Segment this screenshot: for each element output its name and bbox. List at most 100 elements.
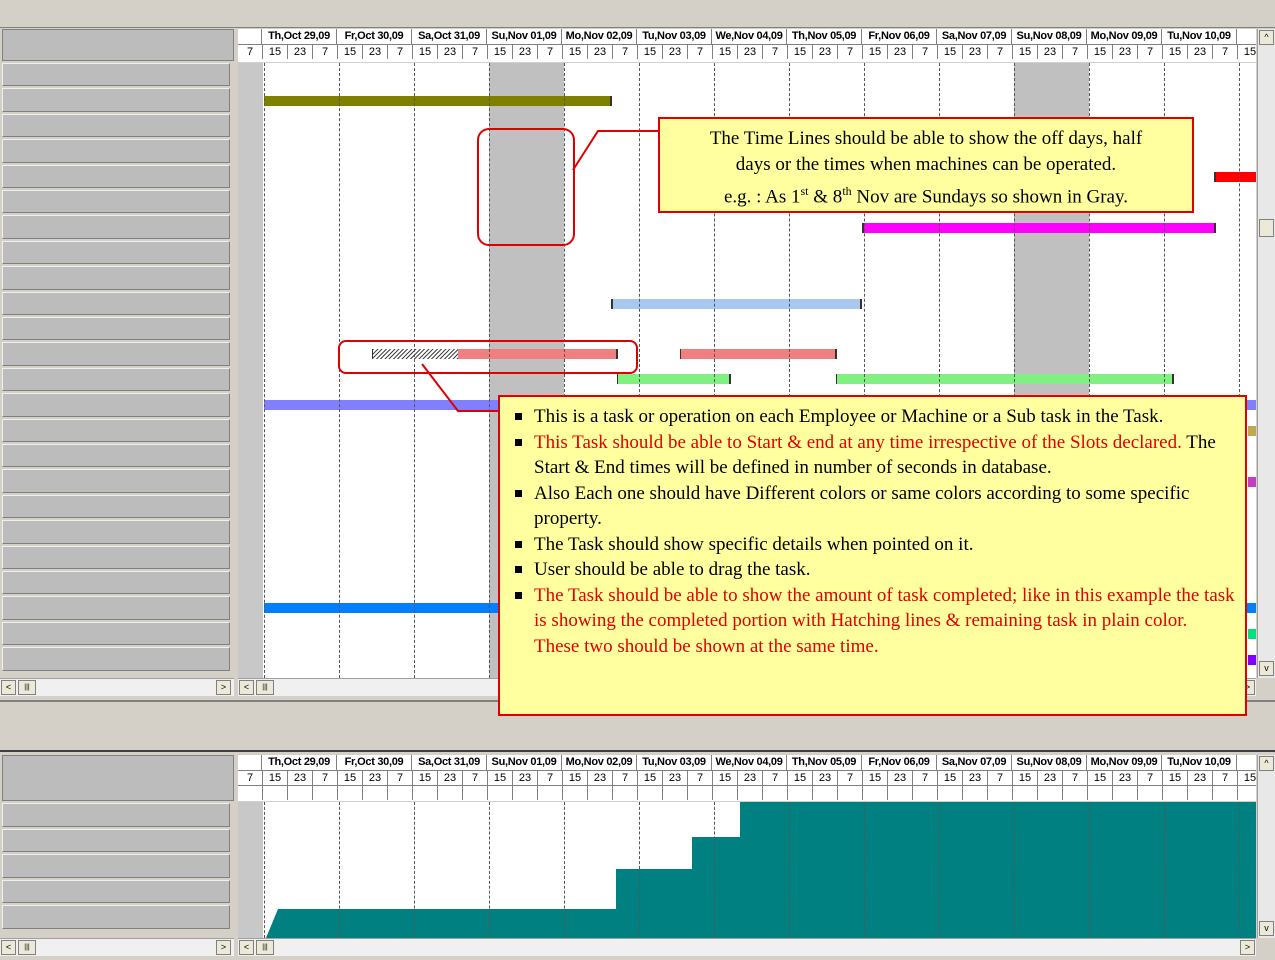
gantt-vscroll[interactable]: ^ v [1257,29,1275,678]
task-bar[interactable] [1248,629,1256,639]
resource-row-header[interactable] [2,190,230,214]
scroll-left-button[interactable]: < [239,680,254,695]
timeline-hour-label: 15 [1013,44,1038,59]
row-gutter [238,63,263,678]
timeline-hour-label: 7 [1063,44,1088,59]
timeline-hour-label: 7 [1213,770,1238,785]
timeline-hour-label: 7 [838,44,863,59]
timeline-minor-cell [1038,785,1063,800]
timeline-hour-label: 23 [438,770,463,785]
timeline-day-label: Sa,Nov 07,09 [937,29,1012,44]
resource-row-header[interactable] [2,418,230,442]
timeline-hour-label: 15 [638,770,663,785]
resource-row-header[interactable] [2,164,230,188]
task-bar[interactable] [1248,426,1256,436]
task-bar[interactable] [680,349,837,359]
task-bar[interactable] [611,299,862,309]
day-grid-line [1089,802,1090,938]
resource-row-header[interactable] [2,444,230,468]
resource-row-header[interactable] [2,494,230,519]
timeline-hour-label: 15 [488,770,513,785]
timeline-day-label: Tu,Nov 03,09 [637,755,712,770]
resource-row-header[interactable] [2,854,230,878]
resource-row-header[interactable] [2,342,230,366]
scroll-thumb[interactable]: ||| [256,940,274,955]
resource-row-header[interactable] [2,113,230,138]
resource-row-header[interactable] [2,879,230,904]
task-bar[interactable] [1248,477,1256,487]
day-grid-line [789,802,790,938]
callout-line: The Time Lines should be able to show th… [709,128,1143,149]
resource-row-header[interactable] [2,139,230,163]
timeline-hour-label: 7 [313,44,338,59]
timeline-day-label: Su,Nov 01,09 [487,755,562,770]
timeline-hour-label: 15 [638,44,663,59]
scroll-up-button[interactable]: ^ [1259,30,1274,45]
scroll-right-button[interactable]: > [216,940,231,955]
resource-row-header[interactable] [2,240,230,265]
timeline-hour-label: 15 [563,44,588,59]
timeline-hour-label: 7 [988,44,1013,59]
row-header-hscroll[interactable]: < ||| > [0,938,234,956]
resource-row-header[interactable] [2,520,230,544]
resource-row-header[interactable] [2,88,230,112]
timeline-hour-label: 23 [513,44,538,59]
day-grid-line [1014,802,1015,938]
scroll-down-button[interactable]: v [1259,661,1274,676]
timeline-hour-label: 7 [313,770,338,785]
scroll-right-button[interactable]: > [1240,940,1255,955]
scroll-down-button[interactable]: v [1259,921,1274,936]
timeline-day-label: Mo,Nov 09,09 [1087,29,1162,44]
task-bar[interactable] [1248,655,1256,665]
resource-row-header[interactable] [2,647,230,671]
timeline-hour-label: 23 [438,44,463,59]
requirement-item: Also Each one should have Different colo… [515,481,1235,532]
timeline-minor-cell [763,785,788,800]
histogram-hscroll[interactable]: < ||| > [238,938,1256,956]
scroll-left-button[interactable]: < [1,680,16,695]
histogram-grid [238,802,1256,938]
scroll-left-button[interactable]: < [239,940,254,955]
timeline-hour-label: 15 [413,770,438,785]
timeline-day-label: Fr,Oct 30,09 [337,29,412,44]
timeline-day-label: We,Nov 04,09 [712,29,787,44]
resource-row-header[interactable] [2,393,230,417]
scroll-thumb[interactable]: ||| [256,680,274,695]
resource-row-header[interactable] [2,215,230,239]
resource-row-header[interactable] [2,266,230,290]
resource-row-header[interactable] [2,803,230,827]
requirement-item: The Task should show specific details wh… [515,532,1235,558]
scroll-thumb[interactable] [1259,219,1274,237]
timeline-day-label: Th,Oct 29,09 [262,755,337,770]
scroll-thumb[interactable]: ||| [18,680,36,695]
scroll-thumb[interactable]: ||| [18,940,36,955]
resource-row-header[interactable] [2,291,230,315]
resource-row-header[interactable] [2,545,230,569]
resource-row-header[interactable] [2,469,230,493]
resource-row-header[interactable] [2,63,230,87]
resource-row-header[interactable] [2,621,230,646]
resource-row-header[interactable] [2,367,230,392]
timeline-minor-cell [913,785,938,800]
task-bar[interactable] [264,96,612,106]
day-grid-line [639,802,640,938]
resource-row-header[interactable] [2,905,230,929]
task-bar[interactable] [1214,172,1256,182]
scroll-left-button[interactable]: < [1,940,16,955]
timeline-hour-label: 15 [863,770,888,785]
task-bar[interactable] [862,223,1216,233]
timeline-hour-label: 23 [363,44,388,59]
resource-row-header[interactable] [2,317,230,341]
load-histogram [266,802,1256,938]
row-header-hscroll[interactable]: < ||| > [0,678,234,696]
histogram-vscroll[interactable]: ^ v [1257,755,1275,938]
timeline-minor-cell [1163,785,1188,800]
timeline-hour-label: 23 [963,770,988,785]
resource-row-header[interactable] [2,571,230,595]
scroll-up-button[interactable]: ^ [1259,756,1274,771]
timeline-hour-label: 15 [1238,44,1256,59]
scroll-right-button[interactable]: > [216,680,231,695]
resource-row-header[interactable] [2,828,230,853]
task-bar[interactable] [836,374,1174,384]
resource-row-header[interactable] [2,596,230,620]
